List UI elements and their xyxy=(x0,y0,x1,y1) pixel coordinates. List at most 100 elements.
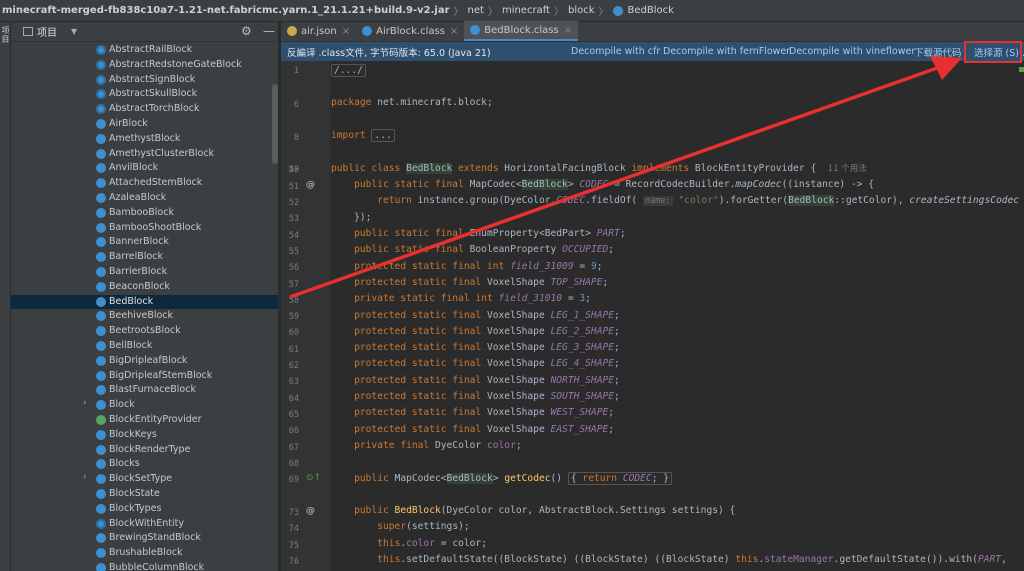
decompile-vineflower-link[interactable]: Decompile with vineflower xyxy=(789,46,915,57)
class-icon xyxy=(96,533,106,544)
class-icon xyxy=(96,193,106,203)
tree-item[interactable]: Blocks xyxy=(11,457,278,472)
tree-item[interactable]: BigDripleafBlock xyxy=(11,354,278,369)
project-panel-title[interactable]: 项目 xyxy=(37,24,57,39)
tree-item[interactable]: AbstractSignBlock xyxy=(11,73,278,88)
tree-item[interactable]: BannerBlock xyxy=(11,235,278,250)
tree-item[interactable]: AbstractSkullBlock xyxy=(11,87,278,102)
close-icon[interactable]: × xyxy=(564,25,572,36)
tree-item[interactable]: BellBlock xyxy=(11,339,278,354)
class-icon xyxy=(96,104,106,115)
tree-item[interactable]: › Block xyxy=(11,398,278,413)
tree-item[interactable]: AbstractTorchBlock xyxy=(11,102,278,117)
chevron-down-icon[interactable]: ▼ xyxy=(71,27,77,36)
tree-item[interactable]: BlockWithEntity xyxy=(11,517,278,532)
tree-item[interactable]: BubbleColumnBlock xyxy=(11,561,278,571)
project-panel-header: 项目 ▼ ⚙ — xyxy=(11,22,278,42)
override-marker-icon[interactable]: @ xyxy=(306,180,315,190)
annotation-highlight-box xyxy=(964,41,1022,63)
tree-item[interactable]: BedBlock xyxy=(11,294,278,310)
code-line: private final DyeColor color; xyxy=(354,440,522,451)
tree-item[interactable]: BambooShootBlock xyxy=(11,221,278,236)
editor-tab-label: AirBlock.class xyxy=(376,25,445,37)
tree-item[interactable]: BeaconBlock xyxy=(11,280,278,295)
line-number: 59 xyxy=(288,312,299,322)
code-line: protected static final VoxelShape NORTH_… xyxy=(354,375,620,386)
gear-icon[interactable]: ⚙ xyxy=(241,24,252,38)
tree-item[interactable]: AmethystBlock xyxy=(11,132,278,147)
tree-item[interactable]: BlockTypes xyxy=(11,502,278,517)
line-number: 62 xyxy=(288,361,299,371)
usage-hint[interactable]: 11 个用法 xyxy=(828,164,867,174)
close-icon[interactable]: × xyxy=(450,26,458,37)
tree-item[interactable]: BarrierBlock xyxy=(11,265,278,280)
tree-item[interactable]: BrewingStandBlock xyxy=(11,531,278,546)
class-icon xyxy=(96,237,106,248)
implements-marker-icon[interactable]: ⊙↑ xyxy=(306,473,321,483)
code-line: protected static final VoxelShape EAST_S… xyxy=(354,424,615,435)
line-number: 68 xyxy=(288,459,299,469)
class-icon xyxy=(96,341,106,351)
tree-item[interactable]: AmethystClusterBlock xyxy=(11,147,278,162)
breadcrumb-bedblock[interactable]: BedBlock xyxy=(625,5,677,16)
tree-item[interactable]: AttachedStemBlock xyxy=(11,176,278,191)
code-line: protected static final VoxelShape LEG_3_… xyxy=(354,342,620,353)
line-number: 6 xyxy=(293,100,299,110)
project-tool-button[interactable]: 项目 xyxy=(0,26,11,44)
code-editor[interactable]: /.../ package net.minecraft.block; impor… xyxy=(330,61,1024,571)
decompile-cfr-link[interactable]: Decompile with cfr xyxy=(571,46,660,57)
tree-item-label: BlockSetType xyxy=(109,473,173,485)
code-line: protected static final VoxelShape TOP_SH… xyxy=(354,277,609,288)
tree-item[interactable]: AbstractRailBlock xyxy=(11,43,278,58)
tree-item[interactable]: BarrelBlock xyxy=(11,250,278,265)
chevron-right-icon[interactable]: › xyxy=(83,398,87,408)
tree-item[interactable]: BlockKeys xyxy=(11,428,278,443)
class-icon xyxy=(96,178,106,189)
tree-item[interactable]: AnvilBlock xyxy=(11,161,278,176)
tree-item[interactable]: BlockEntityProvider xyxy=(11,413,278,428)
tree-item-label: BlockRenderType xyxy=(109,443,191,455)
editor-tab[interactable]: air.json × xyxy=(281,21,356,41)
tree-item[interactable]: BeehiveBlock xyxy=(11,309,278,324)
error-stripe[interactable] xyxy=(1019,61,1024,571)
tree-item[interactable]: BrushableBlock xyxy=(11,546,278,561)
constructor-marker-icon[interactable]: @ xyxy=(306,506,315,516)
tree-item[interactable]: BlastFurnaceBlock xyxy=(11,383,278,398)
class-icon xyxy=(96,296,106,307)
code-line: public class BedBlock extends Horizontal… xyxy=(331,163,867,174)
code-line: this.setDefaultState((BlockState) ((Bloc… xyxy=(377,554,1007,565)
breadcrumb-block[interactable]: block xyxy=(565,5,598,16)
editor-tab[interactable]: AirBlock.class × xyxy=(356,21,464,41)
tree-item[interactable]: AzaleaBlock xyxy=(11,191,278,206)
tree-item-label: BambooShootBlock xyxy=(109,221,202,233)
decompile-fernflower-link[interactable]: Decompile with fernFlower xyxy=(663,46,790,57)
tree-item-label: Block xyxy=(109,399,135,411)
class-icon xyxy=(96,474,106,485)
line-number: 55 xyxy=(288,247,299,257)
class-icon xyxy=(96,89,106,100)
breadcrumb-separator: 〉 xyxy=(453,7,464,18)
breadcrumb-net[interactable]: net xyxy=(465,5,487,16)
tree-item[interactable]: › BlockSetType xyxy=(11,472,278,487)
breadcrumb-minecraft[interactable]: minecraft xyxy=(499,5,553,16)
tree-scrollbar[interactable] xyxy=(272,84,278,164)
class-icon xyxy=(96,133,106,144)
minimize-icon[interactable]: — xyxy=(263,24,275,38)
breadcrumb-jar[interactable]: minecraft-merged-fb838c10a7-1.21-net.fab… xyxy=(0,5,453,16)
line-number: 56 xyxy=(288,263,299,273)
download-sources-link[interactable]: 下载源代码 xyxy=(914,45,962,59)
code-line: public BedBlock(DyeColor color, Abstract… xyxy=(354,505,736,516)
tree-item[interactable]: BlockState xyxy=(11,487,278,502)
class-icon xyxy=(96,518,106,529)
tree-item[interactable]: BlockRenderType xyxy=(11,443,278,458)
tree-item[interactable]: AbstractRedstoneGateBlock xyxy=(11,58,278,73)
tree-item[interactable]: BambooBlock xyxy=(11,206,278,221)
tree-item-label: BeaconBlock xyxy=(109,280,170,292)
code-line: import ... xyxy=(331,128,395,144)
tree-item[interactable]: AirBlock xyxy=(11,117,278,132)
close-icon[interactable]: × xyxy=(342,26,350,37)
editor-tab[interactable]: BedBlock.class × xyxy=(464,21,579,41)
chevron-right-icon[interactable]: › xyxy=(83,472,87,482)
tree-item[interactable]: BigDripleafStemBlock xyxy=(11,369,278,384)
tree-item[interactable]: BeetrootsBlock xyxy=(11,324,278,339)
